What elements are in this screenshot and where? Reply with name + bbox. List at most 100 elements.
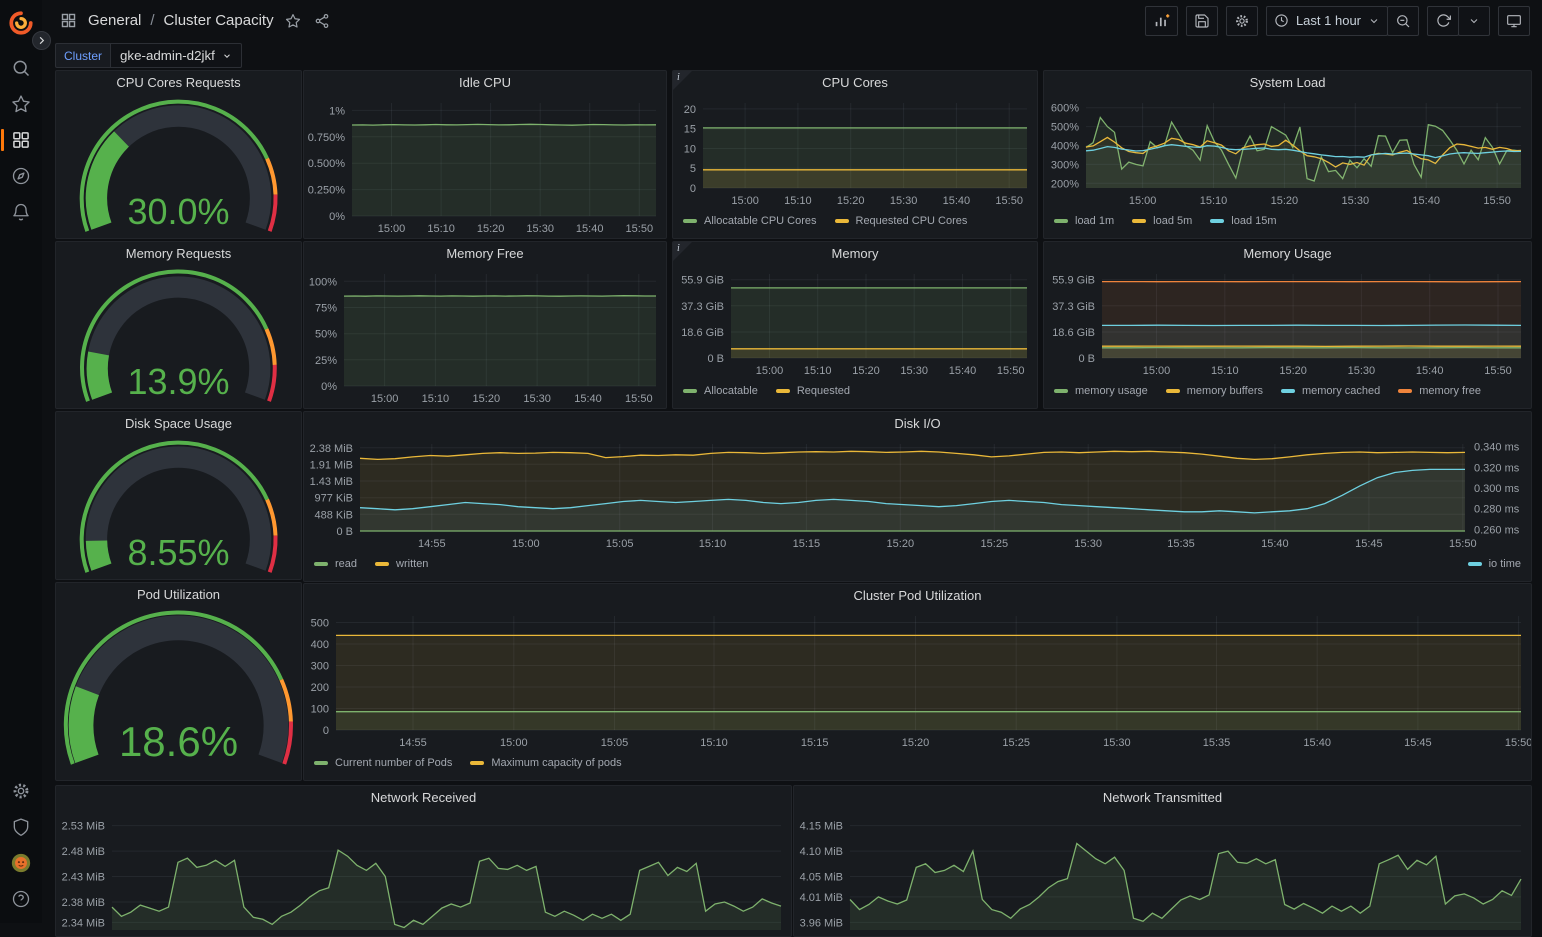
network-received-chart[interactable]: 2.34 MiB2.38 MiB2.43 MiB2.48 MiB2.53 MiB [56, 810, 791, 936]
disk-io-chart[interactable]: 0 B488 KiB977 KiB1.43 MiB1.91 MiB2.38 Mi… [304, 436, 1531, 553]
svg-text:15:30: 15:30 [1342, 195, 1370, 207]
breadcrumb-section[interactable]: General [88, 12, 141, 29]
add-panel-button[interactable] [1145, 6, 1178, 36]
legend-item[interactable]: Allocatable CPU Cores [683, 215, 817, 227]
pod-utilization-gauge[interactable]: 18.6% [56, 607, 301, 780]
chart-legend: read written io time [304, 553, 1531, 581]
sidebar-configuration-button[interactable] [0, 773, 42, 809]
legend-item[interactable]: Requested CPU Cores [835, 215, 968, 227]
svg-text:30.0%: 30.0% [127, 191, 229, 232]
panel-title[interactable]: Memory Usage [1044, 242, 1531, 266]
legend-item[interactable]: load 1m [1054, 215, 1114, 227]
breadcrumb-title[interactable]: Cluster Capacity [164, 12, 274, 29]
legend-series-label: Current number of Pods [335, 757, 452, 769]
variable-value-dropdown[interactable]: gke-admin-d2jkf [110, 43, 242, 68]
idle-cpu-chart[interactable]: 0%0.250%0.500%0.750%1%15:0015:1015:2015:… [304, 95, 666, 238]
svg-text:25%: 25% [315, 355, 337, 367]
star-dashboard-button[interactable] [283, 11, 303, 31]
svg-text:14:55: 14:55 [418, 538, 446, 550]
sidebar-help-button[interactable] [0, 881, 42, 917]
memory-requests-gauge[interactable]: 13.9% [56, 266, 301, 408]
legend-item[interactable]: Maximum capacity of pods [470, 757, 621, 769]
cpu-cores-requests-gauge[interactable]: 30.0% [56, 95, 301, 238]
legend-series-label: load 15m [1231, 215, 1276, 227]
sidebar-expand-button[interactable] [32, 31, 51, 50]
panel-info-icon[interactable]: i [673, 242, 692, 261]
legend-item[interactable]: Current number of Pods [314, 757, 452, 769]
svg-text:15:30: 15:30 [523, 393, 551, 405]
refresh-button[interactable] [1427, 6, 1459, 36]
legend-series-color [314, 761, 328, 765]
cpu-cores-chart[interactable]: 0510152015:0015:1015:2015:3015:4015:50 [673, 95, 1037, 210]
svg-text:300: 300 [311, 661, 329, 673]
panel-title[interactable]: Network Transmitted [794, 786, 1531, 810]
legend-item[interactable]: load 15m [1210, 215, 1276, 227]
svg-text:15:15: 15:15 [793, 538, 821, 550]
sidebar-dashboards-button[interactable] [0, 122, 42, 158]
panel-title[interactable]: Memory [673, 242, 1037, 266]
sidebar-alerting-button[interactable] [0, 194, 42, 230]
legend-item[interactable]: memory usage [1054, 385, 1148, 397]
svg-text:2.48 MiB: 2.48 MiB [62, 846, 105, 858]
svg-text:15:50: 15:50 [1449, 538, 1477, 550]
zoom-out-time-button[interactable] [1387, 6, 1419, 36]
panel-title[interactable]: System Load [1044, 71, 1531, 95]
panel-info-icon[interactable]: i [673, 71, 692, 90]
legend-item[interactable]: memory cached [1281, 385, 1380, 397]
legend-item[interactable]: read [314, 558, 357, 570]
sidebar-server-admin-button[interactable] [0, 809, 42, 845]
sidebar-starred-button[interactable] [0, 86, 42, 122]
svg-text:18.6%: 18.6% [119, 718, 238, 765]
svg-text:10: 10 [684, 144, 696, 156]
legend-item[interactable]: load 5m [1132, 215, 1192, 227]
panel-title[interactable]: CPU Cores [673, 71, 1037, 95]
gear-icon [1234, 13, 1250, 29]
sidebar-search-button[interactable] [0, 50, 42, 86]
panel-title[interactable]: CPU Cores Requests [56, 71, 301, 95]
share-dashboard-button[interactable] [312, 11, 332, 31]
legend-series-color [683, 219, 697, 223]
panel-system-load: System Load 200%300%400%500%600%15:0015:… [1043, 70, 1532, 239]
legend-item[interactable]: memory buffers [1166, 385, 1263, 397]
panel-title[interactable]: Cluster Pod Utilization [304, 584, 1531, 608]
legend-item[interactable]: io time [1468, 558, 1521, 570]
svg-text:0.250%: 0.250% [308, 185, 346, 197]
svg-text:75%: 75% [315, 303, 337, 315]
legend-series-color [683, 389, 697, 393]
time-picker-button[interactable]: Last 1 hour [1266, 6, 1388, 36]
legend-item[interactable]: written [375, 558, 428, 570]
legend-item[interactable]: memory free [1398, 385, 1481, 397]
panel-title[interactable]: Network Received [56, 786, 791, 810]
panel-title[interactable]: Pod Utilization [56, 583, 301, 607]
legend-series-color [1210, 219, 1224, 223]
panel-title[interactable]: Disk Space Usage [56, 412, 301, 436]
sidebar-explore-button[interactable] [0, 158, 42, 194]
save-dashboard-button[interactable] [1186, 6, 1218, 36]
grafana-logo-icon[interactable] [8, 10, 34, 36]
legend-item[interactable]: Requested [776, 385, 850, 397]
legend-item[interactable]: Allocatable [683, 385, 758, 397]
zoom-out-icon [1395, 13, 1411, 29]
panel-title[interactable]: Memory Requests [56, 242, 301, 266]
refresh-interval-dropdown[interactable] [1458, 6, 1490, 36]
system-load-chart[interactable]: 200%300%400%500%600%15:0015:1015:2015:30… [1044, 95, 1531, 210]
svg-text:15:10: 15:10 [422, 393, 450, 405]
search-icon [11, 58, 31, 78]
dashboard-header: General / Cluster Capacity [42, 0, 1542, 41]
legend-series-label: memory cached [1302, 385, 1380, 397]
panel-title[interactable]: Idle CPU [304, 71, 666, 95]
memory-usage-chart[interactable]: 0 B18.6 GiB37.3 GiB55.9 GiB15:0015:1015:… [1044, 266, 1531, 380]
cluster-pod-utilization-chart[interactable]: 010020030040050014:5515:0015:0515:1015:1… [304, 608, 1531, 752]
network-transmitted-chart[interactable]: 3.96 MiB4.01 MiB4.05 MiB4.10 MiB4.15 MiB [794, 810, 1531, 936]
dashboard-settings-button[interactable] [1226, 6, 1258, 36]
disk-space-usage-gauge[interactable]: 8.55% [56, 436, 301, 579]
cycle-view-mode-button[interactable] [1498, 6, 1530, 36]
memory-free-chart[interactable]: 0%25%50%75%100%15:0015:1015:2015:3015:40… [304, 266, 666, 408]
sidebar-user-button[interactable] [0, 845, 42, 881]
svg-text:15:45: 15:45 [1355, 538, 1383, 550]
memory-chart[interactable]: 0 B18.6 GiB37.3 GiB55.9 GiB15:0015:1015:… [673, 266, 1037, 380]
panel-title[interactable]: Memory Free [304, 242, 666, 266]
svg-text:15:20: 15:20 [1279, 365, 1307, 377]
svg-text:15:50: 15:50 [626, 223, 654, 235]
panel-title[interactable]: Disk I/O [304, 412, 1531, 436]
